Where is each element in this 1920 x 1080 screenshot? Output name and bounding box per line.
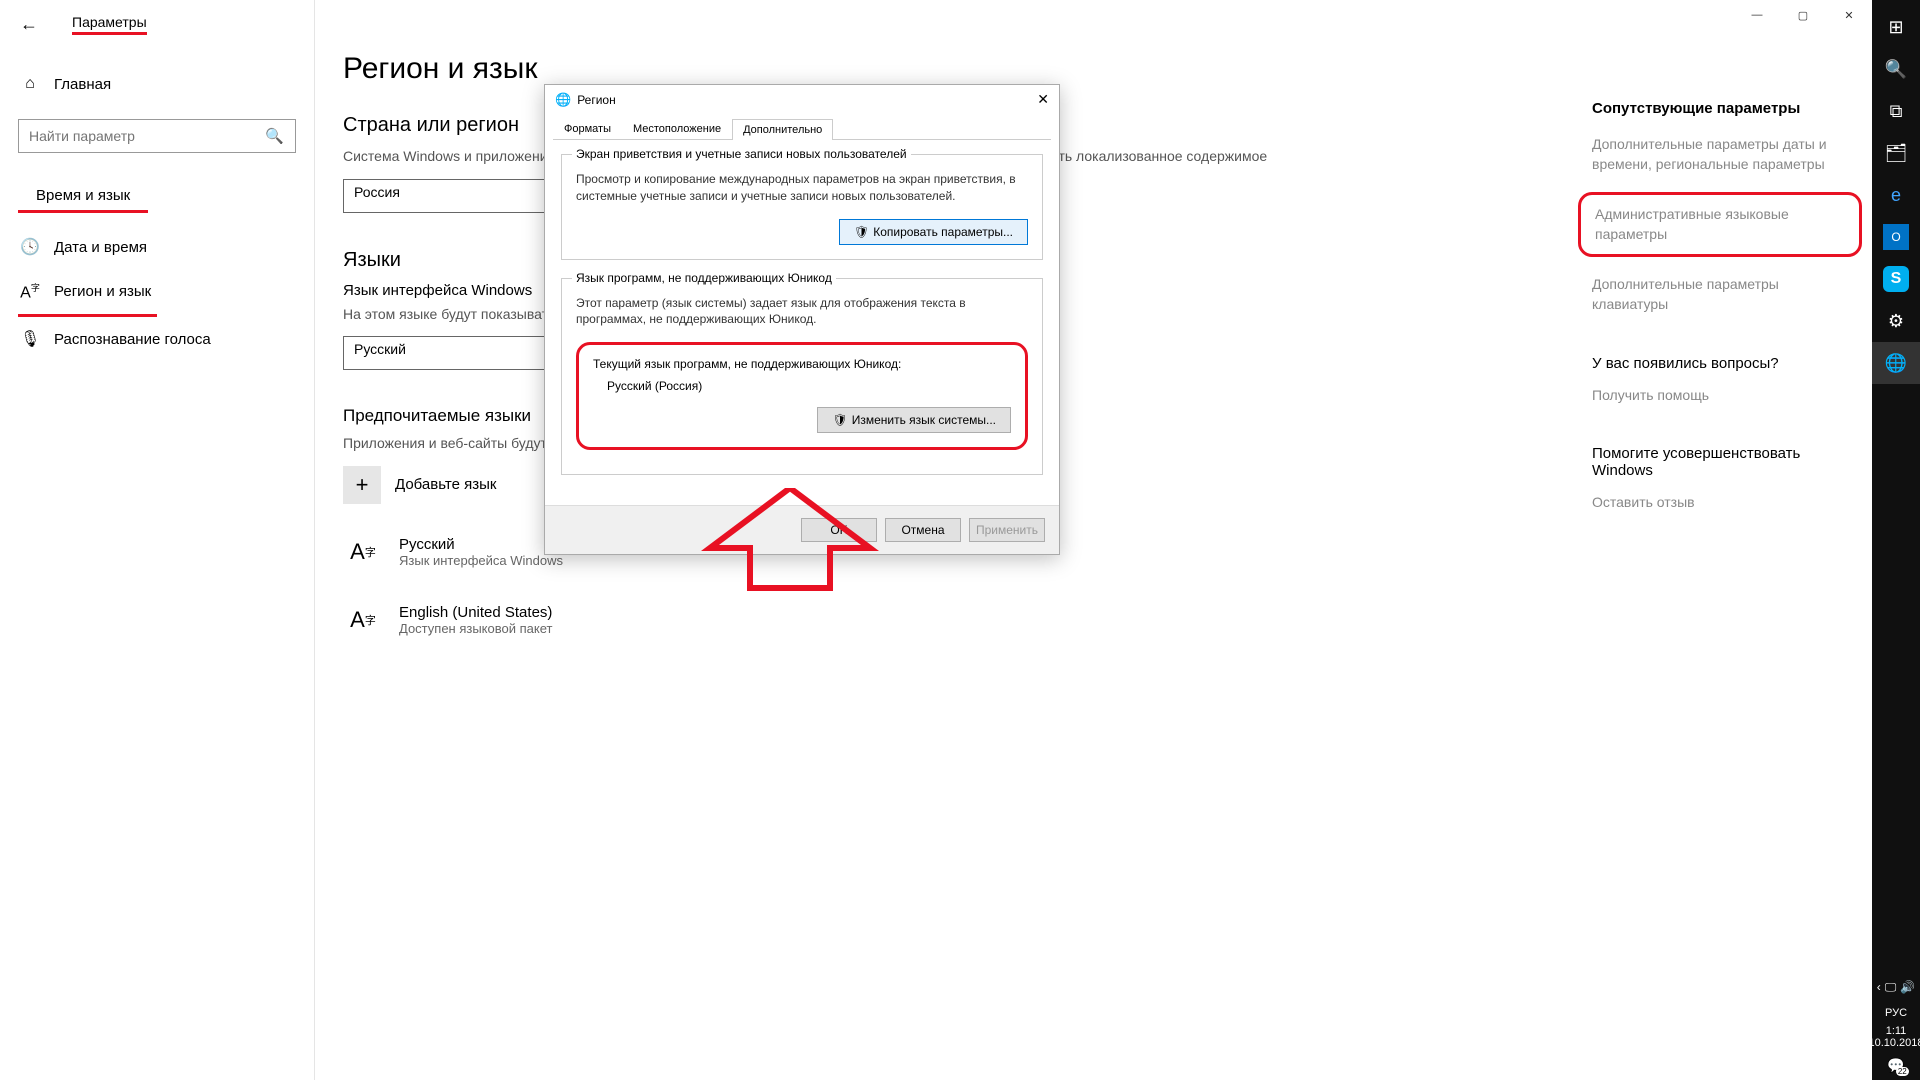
feedback-heading: Помогите усовершенствовать Windows bbox=[1592, 445, 1852, 479]
highlighted-box: Текущий язык программ, не поддерживающих… bbox=[576, 342, 1028, 450]
feedback-link[interactable]: Оставить отзыв bbox=[1592, 493, 1852, 513]
language-icon: A字 bbox=[343, 600, 383, 640]
sidebar: ← Параметры ⌂ Главная 🔍 Время и язык 🕓 Д… bbox=[0, 0, 315, 1080]
language-icon: A字 bbox=[20, 281, 40, 302]
app-title: Параметры bbox=[72, 14, 147, 35]
current-locale-value: Русский (Россия) bbox=[593, 379, 1011, 393]
apply-button[interactable]: Применить bbox=[969, 518, 1045, 542]
related-heading: Сопутствующие параметры bbox=[1592, 100, 1852, 117]
window-controls: — ▢ ✕ bbox=[1734, 0, 1872, 30]
home-label: Главная bbox=[54, 76, 111, 93]
help-link[interactable]: Получить помощь bbox=[1592, 386, 1852, 406]
region-dialog: 🌐 Регион ✕ Форматы Местоположение Дополн… bbox=[544, 84, 1060, 555]
tab-advanced[interactable]: Дополнительно bbox=[732, 119, 833, 140]
notifications-icon[interactable]: 💬22 bbox=[1887, 1057, 1904, 1074]
search-input[interactable] bbox=[18, 119, 296, 153]
plus-icon: + bbox=[343, 466, 381, 504]
search-icon[interactable]: 🔍 bbox=[1872, 48, 1920, 90]
right-pane: Сопутствующие параметры Дополнительные п… bbox=[1592, 0, 1872, 1080]
copy-settings-button[interactable]: 🛡 Копировать параметры... bbox=[839, 219, 1028, 245]
home-icon: ⌂ bbox=[20, 75, 40, 93]
related-link[interactable]: Дополнительные параметры клавиатуры bbox=[1592, 275, 1852, 314]
explorer-icon[interactable]: 🗂 bbox=[1872, 132, 1920, 174]
clock-icon: 🕓 bbox=[20, 237, 40, 257]
tray-monitor-icon[interactable]: 🖵 bbox=[1885, 980, 1897, 995]
page-title: Регион и язык bbox=[343, 52, 1552, 86]
language-item[interactable]: A字 English (United States) Доступен язык… bbox=[343, 600, 1552, 640]
language-name: English (United States) bbox=[399, 604, 552, 621]
edge-icon[interactable]: e bbox=[1872, 174, 1920, 216]
settings-icon[interactable]: ⚙ bbox=[1872, 300, 1920, 342]
skype-icon[interactable]: S bbox=[1872, 258, 1920, 300]
close-button[interactable]: ✕ bbox=[1826, 0, 1872, 30]
search-icon: 🔍 bbox=[265, 127, 284, 145]
clock-time[interactable]: 1:11 bbox=[1886, 1025, 1907, 1037]
outlook-icon[interactable]: O bbox=[1872, 216, 1920, 258]
group-text: Просмотр и копирование международных пар… bbox=[576, 171, 1028, 205]
region-app-icon[interactable]: 🌐 bbox=[1872, 342, 1920, 384]
sidebar-category: Время и язык bbox=[18, 173, 148, 213]
shield-icon: 🛡 bbox=[854, 225, 869, 239]
tray-volume-icon[interactable]: 🔊 bbox=[1900, 980, 1915, 995]
related-link-admin[interactable]: Административные языковые параметры bbox=[1578, 192, 1862, 257]
sidebar-item-label: Дата и время bbox=[54, 239, 147, 256]
related-link[interactable]: Дополнительные параметры даты и времени,… bbox=[1592, 135, 1852, 174]
questions-heading: У вас появились вопросы? bbox=[1592, 355, 1852, 372]
taskview-icon[interactable]: ⧉ bbox=[1872, 90, 1920, 132]
shield-icon: 🛡 bbox=[832, 413, 847, 427]
taskbar: ⊞ 🔍 ⧉ 🗂 e O S ⚙ 🌐 ‹ 🖵 🔊 РУС 1:11 10.10.2… bbox=[1872, 0, 1920, 1080]
welcome-screen-group: Экран приветствия и учетные записи новых… bbox=[561, 154, 1043, 260]
add-language-label: Добавьте язык bbox=[395, 476, 496, 493]
group-text: Этот параметр (язык системы) задает язык… bbox=[576, 295, 1028, 329]
maximize-button[interactable]: ▢ bbox=[1780, 0, 1826, 30]
clock-date: 10.10.2018 bbox=[1868, 1037, 1920, 1049]
group-legend: Экран приветствия и учетные записи новых… bbox=[572, 147, 911, 161]
sidebar-home[interactable]: ⌂ Главная bbox=[0, 65, 314, 103]
tray-expand-icon[interactable]: ‹ bbox=[1877, 980, 1881, 995]
change-locale-button[interactable]: 🛡 Изменить язык системы... bbox=[817, 407, 1011, 433]
back-button[interactable]: ← bbox=[20, 14, 38, 35]
input-lang[interactable]: РУС bbox=[1885, 1007, 1907, 1019]
sidebar-item-speech[interactable]: 🎙 Распознавание голоса bbox=[0, 317, 314, 361]
language-name: Русский bbox=[399, 536, 563, 553]
nonunicode-group: Язык программ, не поддерживающих Юникод … bbox=[561, 278, 1043, 476]
cancel-button[interactable]: Отмена bbox=[885, 518, 961, 542]
start-icon[interactable]: ⊞ bbox=[1872, 6, 1920, 48]
minimize-button[interactable]: — bbox=[1734, 0, 1780, 30]
sidebar-item-datetime[interactable]: 🕓 Дата и время bbox=[0, 225, 314, 269]
sidebar-item-label: Регион и язык bbox=[54, 283, 151, 300]
language-icon: A字 bbox=[343, 532, 383, 572]
globe-icon: 🌐 bbox=[555, 92, 571, 108]
current-locale-label: Текущий язык программ, не поддерживающих… bbox=[593, 357, 1011, 371]
dialog-title: Регион bbox=[577, 93, 616, 107]
group-legend: Язык программ, не поддерживающих Юникод bbox=[572, 271, 836, 285]
annotation-arrow bbox=[700, 488, 880, 598]
sidebar-item-label: Распознавание голоса bbox=[54, 331, 211, 348]
microphone-icon: 🎙 bbox=[20, 329, 40, 349]
tab-location[interactable]: Местоположение bbox=[622, 118, 732, 139]
language-sub: Язык интерфейса Windows bbox=[399, 553, 563, 568]
tab-formats[interactable]: Форматы bbox=[553, 118, 622, 139]
dialog-close-button[interactable]: ✕ bbox=[1037, 91, 1049, 108]
sidebar-item-region[interactable]: A字 Регион и язык bbox=[18, 269, 157, 317]
language-sub: Доступен языковой пакет bbox=[399, 621, 552, 636]
